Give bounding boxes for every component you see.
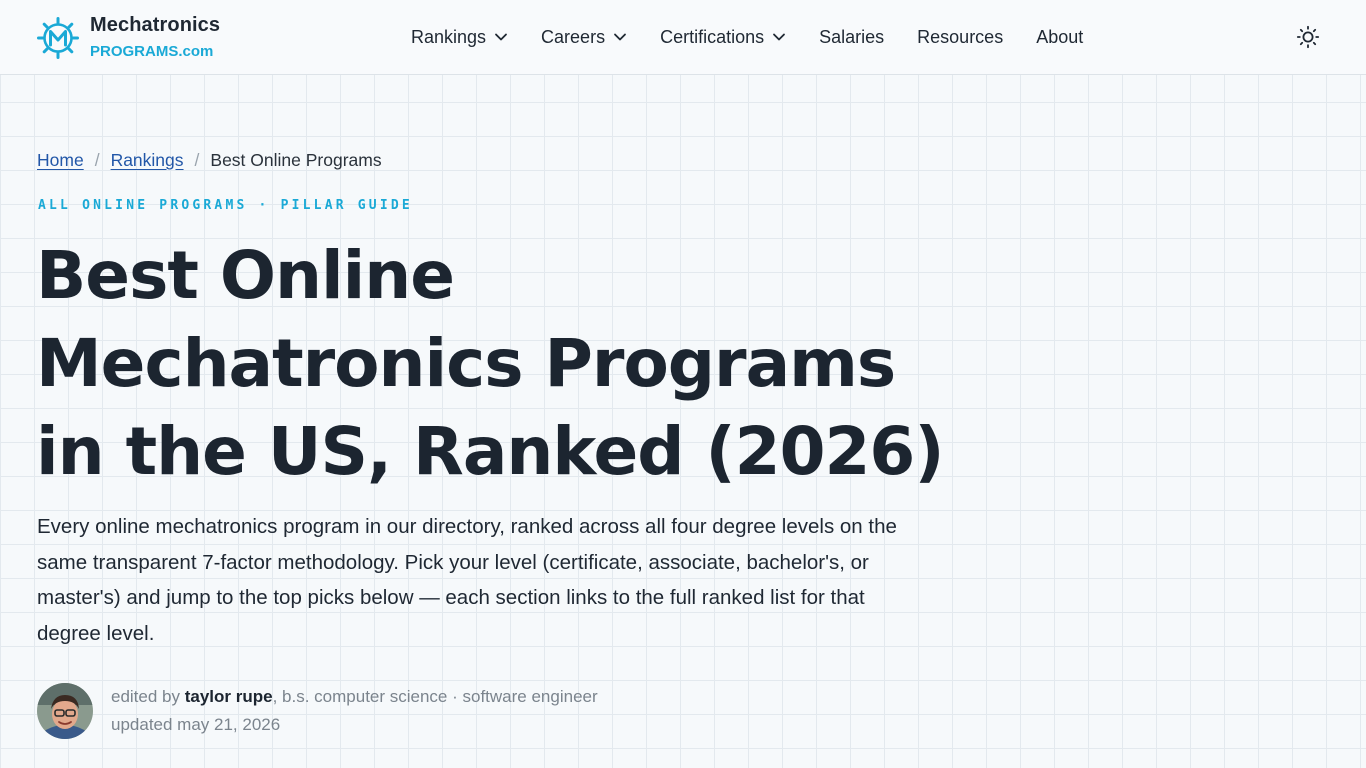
page-title: Best Online Mechatronics Programs in the… [36,237,945,490]
author-credentials: , b.s. computer science · software engin… [272,687,598,706]
site-header: Mechatronics PROGRAMS.com Rankings Caree… [0,0,1366,75]
nav-resources[interactable]: Resources [917,27,1003,48]
author-byline: edited by taylor rupe, b.s. computer sci… [37,683,598,739]
chevron-down-icon [495,33,507,41]
page-intro: Every online mechatronics program in our… [37,515,897,645]
breadcrumb-current: Best Online Programs [210,150,382,170]
logo-name: Mechatronics [90,14,221,36]
site-logo[interactable]: Mechatronics PROGRAMS.com [37,12,220,64]
breadcrumb-separator: / [194,150,200,170]
m-gear-logo-icon [37,17,79,59]
logo-subtitle: PROGRAMS.com [90,43,214,60]
nav-careers[interactable]: Careers [541,27,627,48]
breadcrumb-rankings-link[interactable]: Rankings [111,150,184,171]
author-avatar [37,683,93,739]
byline-editor: edited by taylor rupe, b.s. computer sci… [111,687,598,706]
breadcrumb-home-link[interactable]: Home [37,150,84,171]
main-nav: Rankings Careers Certifications Salaries… [411,22,1116,52]
nav-certifications[interactable]: Certifications [660,27,786,48]
nav-rankings[interactable]: Rankings [411,27,508,48]
sun-icon [1296,25,1320,49]
nav-salaries[interactable]: Salaries [819,27,884,48]
chevron-down-icon [614,33,626,41]
updated-date: updated may 21, 2026 [111,715,281,734]
avatar-image [37,683,93,739]
author-name: taylor rupe [184,687,273,706]
nav-about[interactable]: About [1036,27,1083,48]
chevron-down-icon [773,33,786,41]
breadcrumb-separator: / [94,150,100,170]
breadcrumb: Home / Rankings / Best Online Programs [37,150,382,171]
theme-toggle-button[interactable] [1296,25,1320,49]
page-eyebrow: ALL ONLINE PROGRAMS · PILLAR GUIDE [38,198,413,213]
